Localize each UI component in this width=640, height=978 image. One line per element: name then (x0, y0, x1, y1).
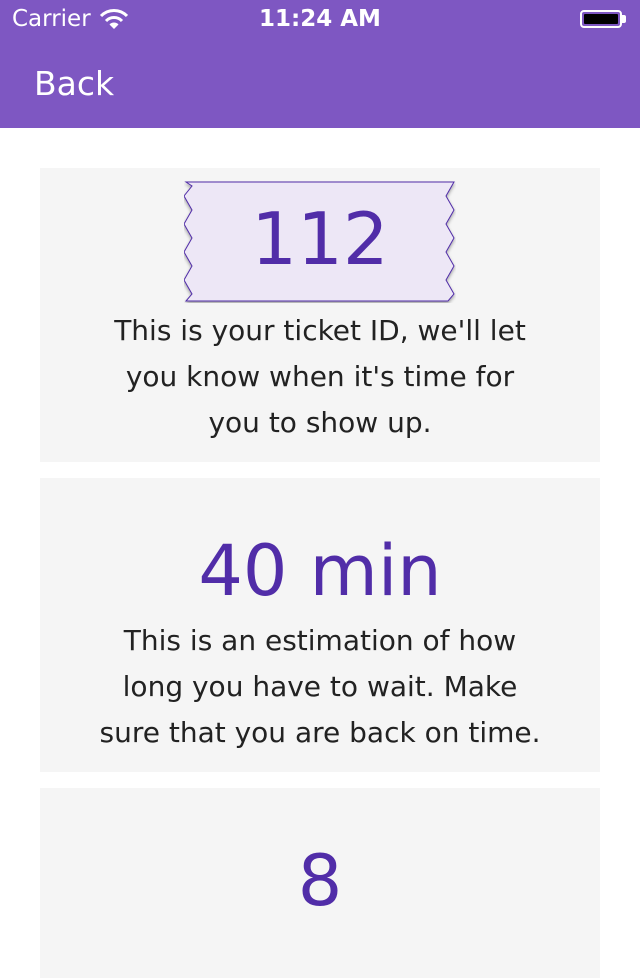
queue-card: 8 (40, 788, 600, 978)
ticket-description: This is your ticket ID, we'll let you kn… (114, 314, 526, 439)
queue-value: 8 (297, 840, 343, 922)
wait-time-description: This is an estimation of how long you ha… (99, 624, 541, 749)
app-header: Carrier 11:24 AM Back (0, 0, 640, 128)
back-button[interactable]: Back (34, 64, 114, 103)
status-time: 11:24 AM (259, 6, 381, 32)
ticket-badge: 112 (184, 181, 456, 303)
ticket-card: 112 This is your ticket ID, we'll let yo… (40, 168, 600, 462)
wait-time-card: 40 min This is an estimation of how long… (40, 478, 600, 772)
battery-icon (580, 10, 628, 30)
ticket-id: 112 (251, 197, 389, 281)
status-bar: Carrier 11:24 AM (0, 0, 640, 40)
wait-time-value: 40 min (198, 530, 442, 612)
